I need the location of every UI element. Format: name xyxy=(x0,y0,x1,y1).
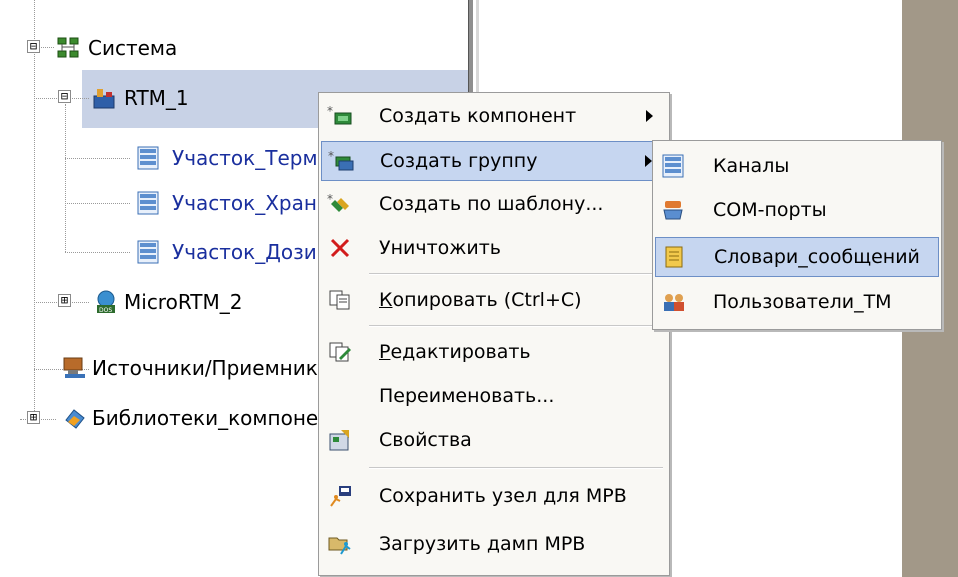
menu-item-save-node[interactable]: Сохранить узел для МРВ xyxy=(321,477,667,515)
tree-item-micrortm2[interactable]: MicroRTM_2 xyxy=(124,290,242,314)
submenu-item-com-ports[interactable]: COM-порты xyxy=(655,191,939,229)
menu-item-rename[interactable]: Переименовать... xyxy=(321,377,667,415)
menu-item-delete[interactable]: Уничтожить xyxy=(321,229,667,267)
delete-icon xyxy=(327,236,353,260)
context-menu: * Создать компонент * Создать группу * С… xyxy=(318,92,670,576)
dos-device-icon: DOS xyxy=(94,290,120,314)
library-icon xyxy=(62,406,88,430)
menu-item-load-dump[interactable]: Загрузить дамп МРВ xyxy=(321,525,667,563)
load-dump-icon xyxy=(327,532,353,556)
svg-text:*: * xyxy=(328,149,334,163)
create-group-submenu: Каналы COM-порты Словари_сообщений Польз… xyxy=(652,140,942,330)
menu-separator xyxy=(369,273,663,275)
create-from-template-icon: * xyxy=(327,192,353,216)
menu-item-edit[interactable]: Редактировать xyxy=(321,333,667,371)
tree-expander-system[interactable]: ⊟ xyxy=(27,40,40,53)
tree-item-section-1[interactable]: Участок_Терм xyxy=(172,146,318,170)
tree-expander-rtm1[interactable]: ⊟ xyxy=(58,90,71,103)
tree-item-libraries[interactable]: Библиотеки_компонен xyxy=(92,406,331,430)
com-ports-icon xyxy=(661,198,687,222)
tree-expander-micrortm2[interactable]: ⊞ xyxy=(58,294,71,307)
menu-separator xyxy=(369,325,663,327)
copy-icon xyxy=(327,288,353,312)
menu-item-properties[interactable]: Свойства xyxy=(321,421,667,459)
create-component-icon: * xyxy=(327,104,353,128)
list-icon xyxy=(136,191,162,215)
submenu-item-users[interactable]: Пользователи_ТМ xyxy=(655,283,939,321)
submenu-arrow-icon xyxy=(646,110,653,122)
sources-icon xyxy=(62,356,88,380)
list-icon xyxy=(136,240,162,264)
tree-item-section-3[interactable]: Участок_Дози xyxy=(172,240,317,264)
edit-icon xyxy=(327,340,353,364)
tree-item-rtm1[interactable]: RTM_1 xyxy=(124,86,189,110)
tree-item-section-2[interactable]: Участок_Хран xyxy=(172,191,317,215)
network-icon xyxy=(56,36,82,60)
create-group-icon: * xyxy=(328,149,354,173)
users-icon xyxy=(661,290,687,314)
list-icon xyxy=(136,146,162,170)
menu-item-create-component[interactable]: * Создать компонент xyxy=(321,97,667,135)
svg-text:DOS: DOS xyxy=(99,307,112,314)
menu-item-create-from-template[interactable]: * Создать по шаблону... xyxy=(321,185,667,223)
svg-text:*: * xyxy=(327,104,333,118)
tree-item-sources[interactable]: Источники/Приемники xyxy=(92,356,331,380)
save-node-icon xyxy=(327,484,353,508)
tree-expander-libraries[interactable]: ⊞ xyxy=(27,411,40,424)
submenu-item-channels[interactable]: Каналы xyxy=(655,147,939,185)
tree-item-system[interactable]: Система xyxy=(88,36,177,60)
menu-item-copy[interactable]: Копировать (Ctrl+C) xyxy=(321,281,667,319)
channels-icon xyxy=(661,154,687,178)
submenu-arrow-icon xyxy=(645,155,652,167)
menu-separator xyxy=(369,467,663,469)
submenu-item-dictionaries[interactable]: Словари_сообщений xyxy=(655,237,939,277)
dictionary-icon xyxy=(662,245,688,269)
rtm-icon xyxy=(92,86,118,110)
menu-item-create-group[interactable]: * Создать группу xyxy=(321,141,667,181)
properties-icon xyxy=(327,428,353,452)
